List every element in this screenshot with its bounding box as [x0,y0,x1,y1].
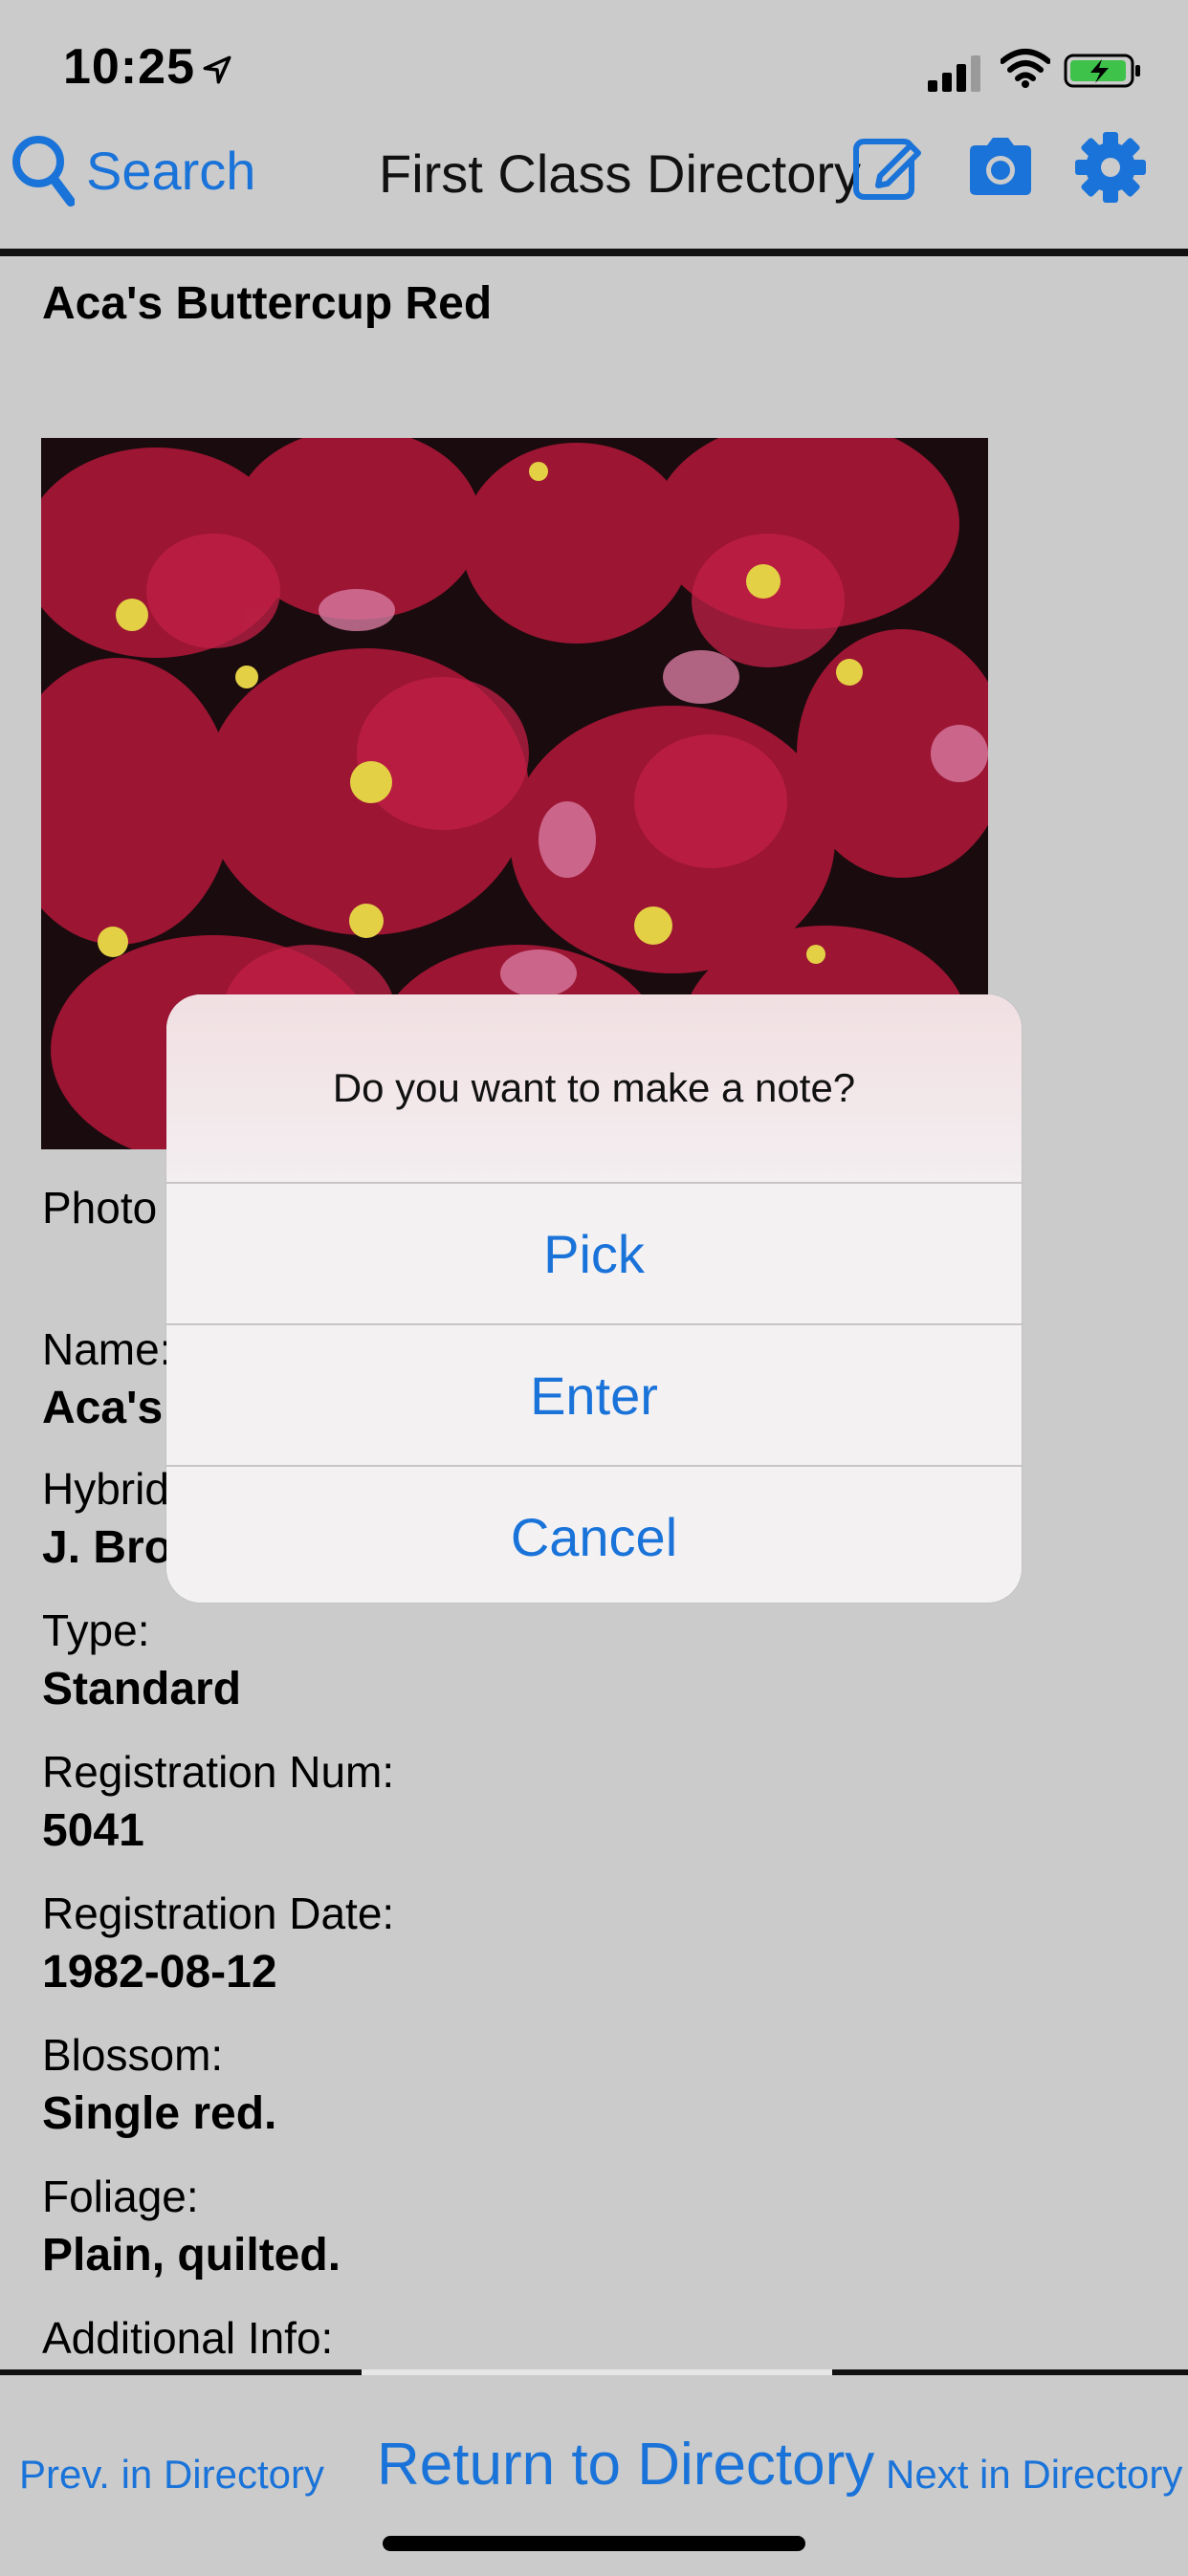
navigation-bar: Search First Class Directory [0,115,1188,256]
field-foliage: Foliage: Plain, quilted. [42,2167,341,2285]
field-label: Blossom: [42,2030,224,2080]
edit-icon[interactable] [851,130,924,203]
field-value: Standard [42,1664,242,1714]
field-label: Registration Date: [42,1888,395,1938]
field-label: Additional Info: [42,2313,334,2363]
selected-indicator [362,2369,832,2375]
wifi-icon [1001,49,1050,88]
photo-label: Photo [42,1183,158,1233]
bottom-toolbar: Prev. in Directory Return to Directory N… [0,2369,1188,2576]
field-value: 5041 [42,1805,144,1856]
prev-in-directory-button[interactable]: Prev. in Directory [19,2452,324,2498]
cellular-signal-icon [928,55,980,92]
status-bar: 10:25 [0,0,1188,115]
next-in-directory-button[interactable]: Next in Directory [886,2452,1182,2498]
location-arrow-icon [203,55,231,84]
return-to-directory-button[interactable]: Return to Directory [377,2431,874,2499]
home-indicator[interactable] [383,2536,805,2551]
gear-icon[interactable] [1073,130,1148,205]
enter-button[interactable]: Enter [166,1323,1022,1465]
search-icon [12,136,75,207]
note-alert-dialog: Do you want to make a note? Pick Enter C… [166,994,1022,1603]
field-label: Type: [42,1605,150,1655]
field-registration-date: Registration Date: 1982-08-12 [42,1884,394,2002]
field-blossom: Blossom: Single red. [42,2025,276,2144]
field-additional-info: Additional Info: [42,2308,333,2368]
search-label: Search [86,140,256,201]
cancel-button[interactable]: Cancel [166,1465,1022,1603]
field-registration-num: Registration Num: 5041 [42,1742,394,1861]
pick-button[interactable]: Pick [166,1182,1022,1323]
alert-message: Do you want to make a note? [166,994,1022,1182]
field-value: Plain, quilted. [42,2230,341,2281]
field-label: Foliage: [42,2172,199,2221]
status-time: 10:25 [63,39,195,95]
field-type: Type: Standard [42,1601,241,1719]
field-value: Single red. [42,2088,277,2139]
search-button[interactable]: Search [10,122,255,218]
battery-charging-icon [1064,54,1140,88]
field-label: Registration Num: [42,1747,395,1797]
item-title: Aca's Buttercup Red [42,278,493,329]
field-value: 1982-08-12 [42,1947,277,1997]
camera-icon[interactable] [964,130,1037,203]
page-title: First Class Directory [379,143,862,204]
